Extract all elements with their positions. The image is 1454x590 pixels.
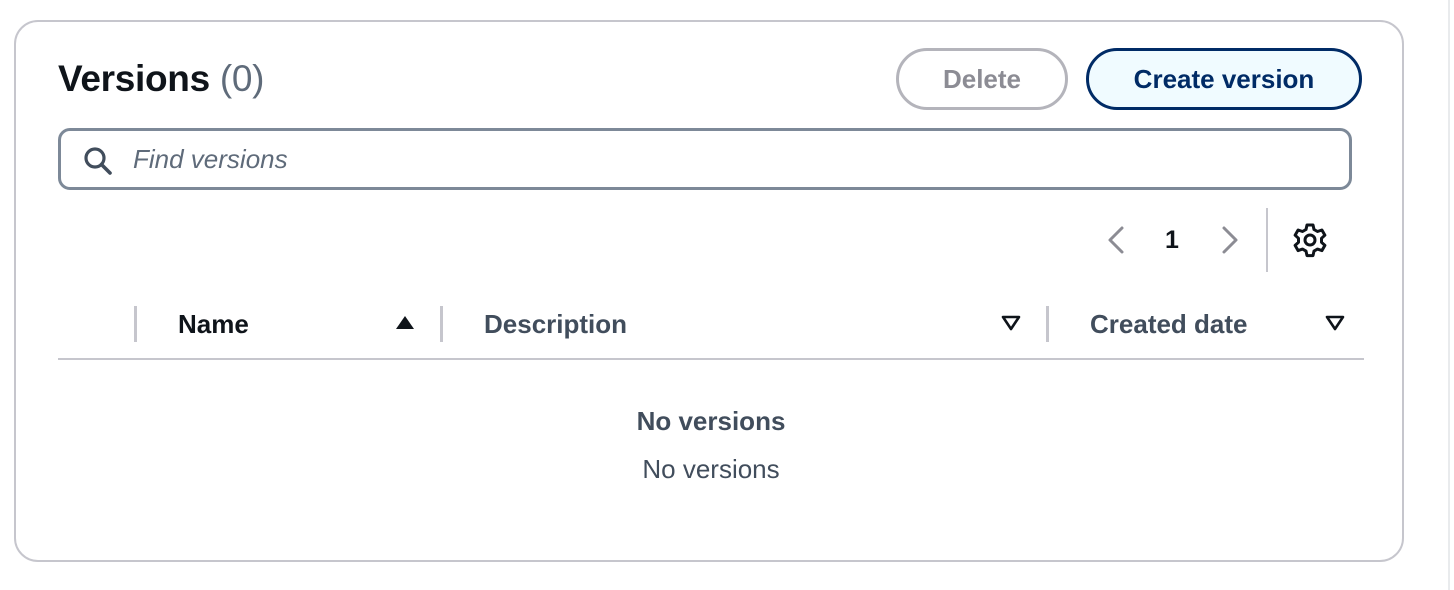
panel-title: Versions (0)	[58, 58, 264, 100]
sort-ascending-icon[interactable]	[394, 312, 416, 334]
panel-title-text: Versions	[58, 58, 210, 99]
chevron-left-icon[interactable]	[1102, 222, 1130, 258]
current-page-number[interactable]: 1	[1158, 224, 1186, 256]
column-header-name[interactable]: Name	[178, 308, 249, 340]
column-divider[interactable]	[134, 306, 137, 342]
column-divider[interactable]	[440, 306, 443, 342]
create-version-button[interactable]: Create version	[1086, 48, 1362, 110]
pagination-divider	[1266, 208, 1268, 272]
empty-state-title: No versions	[636, 406, 786, 436]
search-icon	[84, 147, 112, 175]
gear-icon[interactable]	[1292, 222, 1328, 258]
scrollbar-track[interactable]	[1448, 0, 1450, 590]
column-header-created-date[interactable]: Created date	[1090, 308, 1248, 340]
table-header-divider	[58, 358, 1364, 360]
sort-down-icon[interactable]	[1000, 312, 1022, 334]
search-input[interactable]	[133, 139, 1333, 179]
chevron-right-icon[interactable]	[1216, 222, 1244, 258]
column-divider[interactable]	[1046, 306, 1049, 342]
search-field[interactable]	[58, 128, 1352, 190]
sort-down-icon[interactable]	[1324, 312, 1346, 334]
delete-button[interactable]: Delete	[896, 48, 1068, 110]
column-header-description[interactable]: Description	[484, 308, 627, 340]
versions-panel: Versions (0) Delete Create version 1 Nam…	[14, 20, 1404, 562]
empty-state-message: No versions	[642, 454, 780, 484]
versions-count: (0)	[219, 58, 265, 99]
